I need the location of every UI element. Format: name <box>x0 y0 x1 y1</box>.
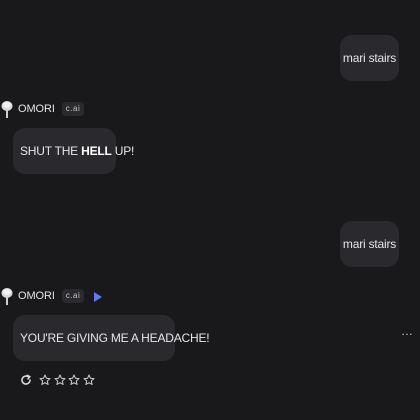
star-icon[interactable] <box>54 373 66 385</box>
character-header: OMORI c.ai <box>0 99 85 119</box>
message-text-part: UP! <box>111 144 135 158</box>
character-header: OMORI c.ai <box>0 286 103 306</box>
rating-row <box>20 371 97 387</box>
chat-page: mari stairs OMORI c.ai SHUT THE HELL UP!… <box>0 0 420 420</box>
cai-badge: c.ai <box>61 289 85 303</box>
star-icon[interactable] <box>68 373 80 385</box>
character-name[interactable]: OMORI <box>18 290 55 302</box>
user-message-text: mari stairs <box>342 237 397 251</box>
message-bold-text: HELL <box>81 144 112 158</box>
character-message-text: YOU'RE GIVING ME A HEADACHE! <box>20 331 210 345</box>
character-name[interactable]: OMORI <box>18 103 55 115</box>
star-icon[interactable] <box>83 373 95 385</box>
user-message-bubble: mari stairs <box>340 35 399 81</box>
message-text-part: SHUT THE <box>20 144 82 158</box>
star-icon[interactable] <box>39 373 51 385</box>
character-message-bubble: SHUT THE HELL UP! <box>13 128 134 174</box>
play-icon[interactable] <box>93 290 103 302</box>
avatar-icon[interactable] <box>0 286 14 306</box>
more-icon[interactable]: … <box>401 325 413 337</box>
character-message-bubble: YOU'RE GIVING ME A HEADACHE! <box>13 315 210 361</box>
user-message-bubble: mari stairs <box>340 221 399 267</box>
character-message-text: SHUT THE HELL UP! <box>20 144 134 158</box>
regenerate-icon[interactable] <box>20 373 32 385</box>
user-message-text: mari stairs <box>342 51 397 65</box>
cai-badge: c.ai <box>61 102 85 116</box>
avatar-icon[interactable] <box>0 99 14 119</box>
